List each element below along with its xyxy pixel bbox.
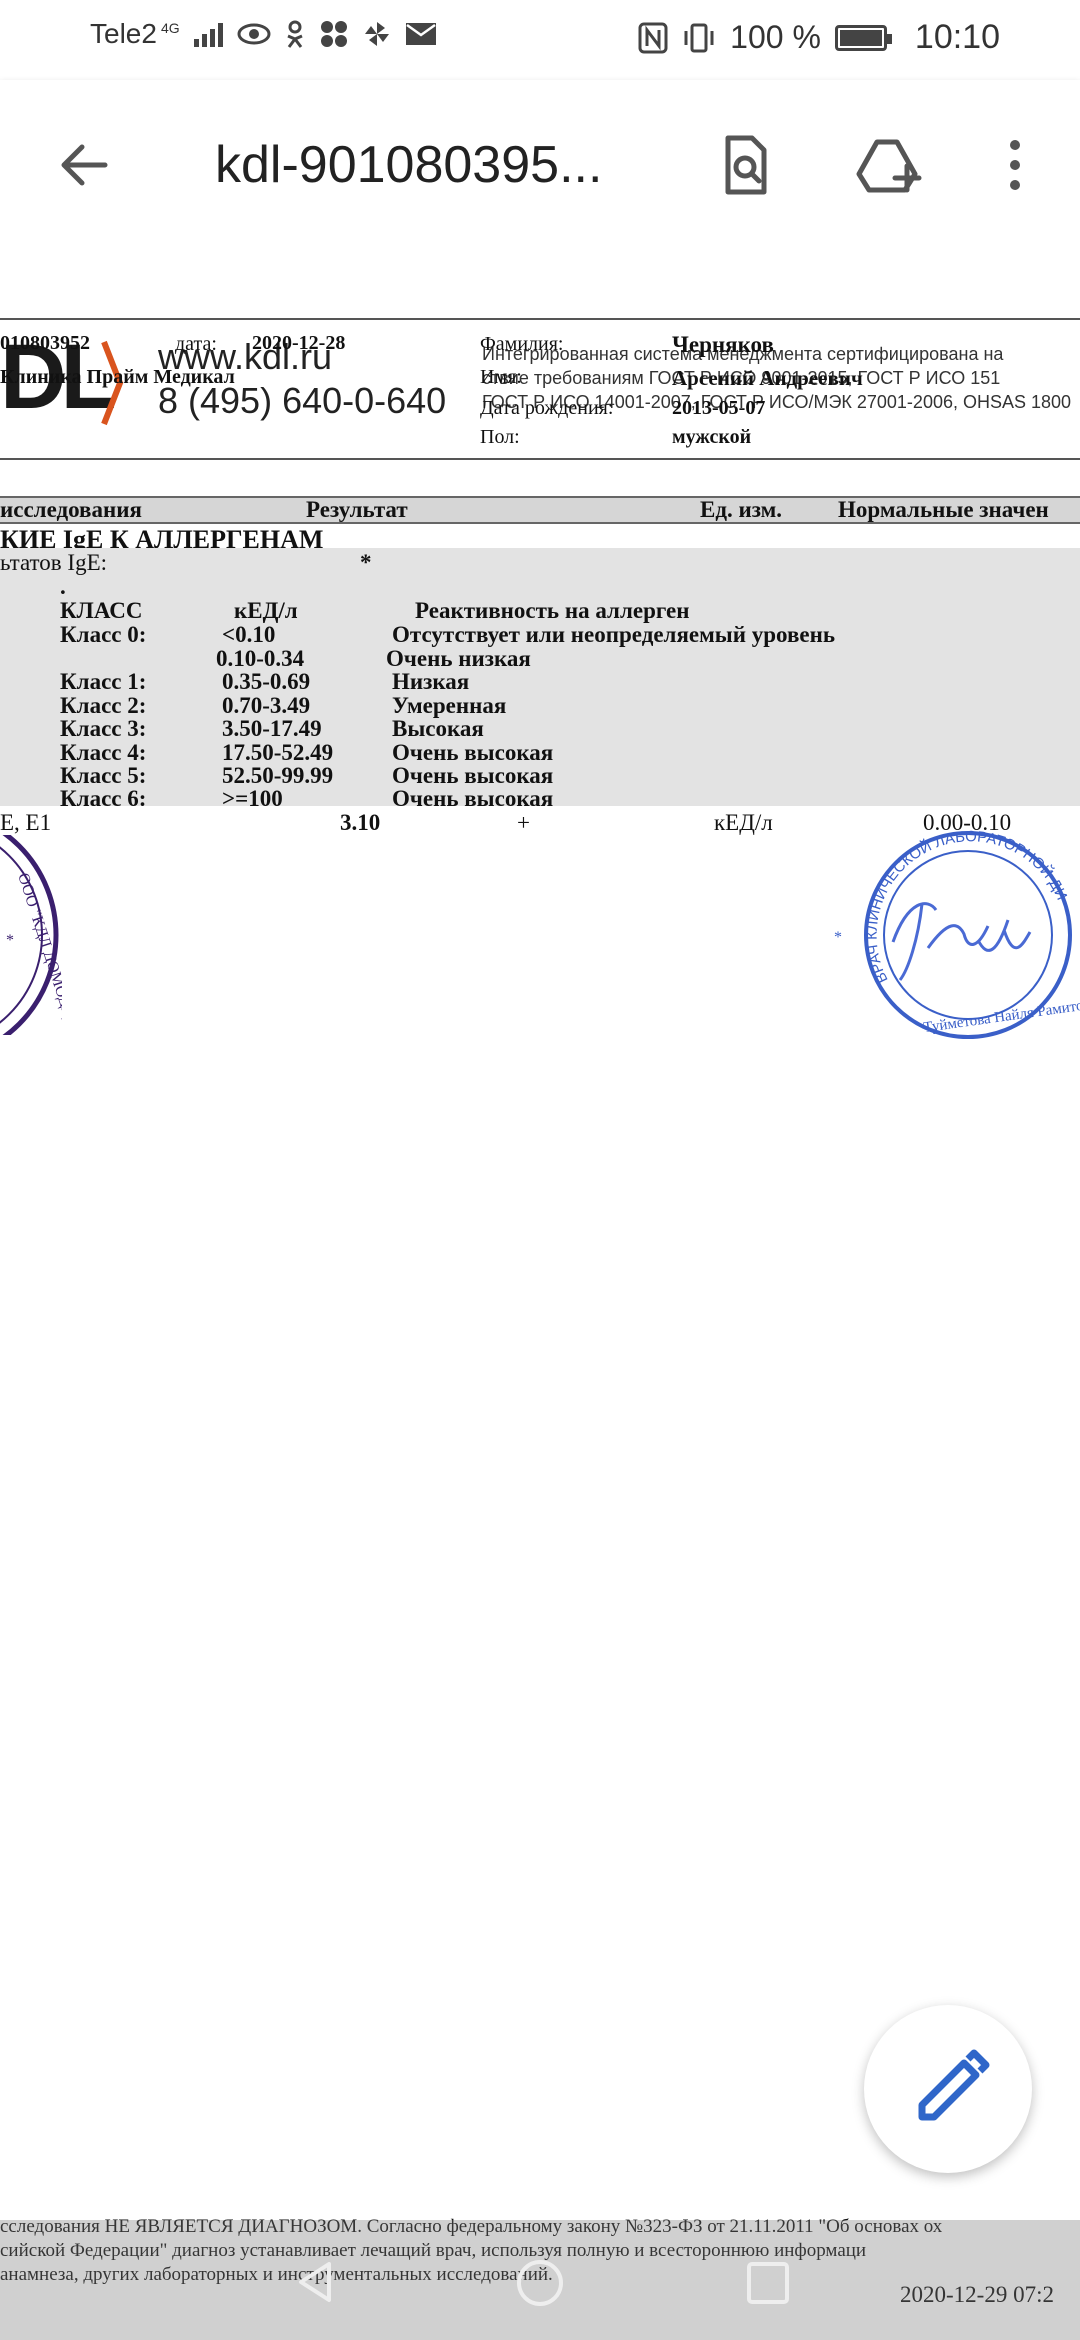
pinwheel-icon — [364, 22, 389, 46]
navigation-bar — [0, 2220, 1080, 2340]
edit-button[interactable] — [864, 2005, 1032, 2173]
signal-icon — [193, 21, 223, 47]
network-label: 4G — [160, 20, 180, 36]
dot: . — [60, 574, 66, 599]
class-header-class: КЛАСС — [60, 598, 143, 623]
birth-value: 2013-05-07 — [672, 397, 766, 419]
class-name: Класс 0: — [60, 622, 147, 647]
date-label: дата: — [175, 333, 217, 355]
sex-value: мужской — [672, 426, 752, 448]
order-number: 010803952 — [0, 332, 90, 354]
name-label: Имя: — [480, 366, 522, 388]
class-desc: Высокая — [392, 716, 484, 741]
app-bar: kdl-901080395... — [0, 80, 1080, 250]
col-study: исследования — [0, 497, 142, 522]
nav-recents-icon[interactable] — [745, 2260, 791, 2306]
class-range: 3.50-17.49 — [222, 716, 322, 741]
lab-stamp-left: ООО "КДЛ ДОМОДЕДОВО * — [0, 835, 62, 1035]
class-header-unit: кЕД/л — [234, 598, 298, 623]
sex-label: Пол: — [480, 426, 520, 448]
col-norm: Нормальные значен — [838, 497, 1049, 522]
class-name: Класс 3: — [60, 716, 147, 741]
col-unit: Ед. изм. — [700, 497, 783, 522]
arrow-left-icon[interactable] — [50, 130, 120, 200]
clock: 10:10 — [914, 18, 1000, 56]
result-name: E, E1 — [0, 810, 52, 835]
pencil-icon — [918, 2049, 990, 2121]
vibrate-icon — [684, 23, 714, 52]
interp-label: ьтатов IgE: — [0, 550, 108, 575]
col-result: Результат — [306, 497, 408, 522]
svg-text:*: * — [834, 929, 842, 946]
class-name: Класс 1: — [60, 669, 147, 694]
interpretation-block: ьтатов IgE: * . КЛАСС кЕД/л Реактивность… — [0, 548, 1080, 811]
result-unit: кЕД/л — [714, 810, 773, 835]
nav-home-icon[interactable] — [515, 2258, 565, 2308]
class-desc: Отсутствует или неопределяемый уровень — [392, 622, 835, 647]
class-range: 0.35-0.69 — [222, 669, 311, 694]
class-name: Класс 6: — [60, 786, 147, 811]
class-header-reactivity: Реактивность на аллерген — [415, 598, 690, 623]
date-value: 2020-12-28 — [252, 332, 346, 354]
battery-percent: 100 % — [730, 19, 821, 55]
nav-back-icon[interactable] — [295, 2260, 335, 2304]
nfc-icon — [638, 22, 668, 53]
lastname-value: Черняков — [672, 332, 774, 357]
svg-text:*: * — [6, 932, 14, 949]
status-left: Tele2 4G — [90, 18, 437, 50]
divider — [0, 318, 1080, 320]
status-right: 100 % 10:10 — [638, 18, 1000, 57]
dots-app-icon — [320, 21, 347, 47]
birth-label: Дата рождения: — [480, 397, 614, 419]
class-range: <0.10 — [222, 622, 276, 647]
result-value: 3.10 — [340, 810, 381, 835]
interp-mark: * — [360, 550, 372, 575]
document-search-icon[interactable] — [710, 130, 780, 200]
class-range: >=100 — [222, 786, 283, 811]
more-vert-icon[interactable] — [980, 130, 1050, 200]
svg-text:ООО "КДЛ ДОМОДЕДОВО: ООО "КДЛ ДОМОДЕДОВО — [14, 871, 62, 1035]
document-title: kdl-901080395... — [215, 136, 603, 194]
cert-line: Интегрированная система менеджмента серт… — [482, 344, 1004, 364]
class-desc: Низкая — [392, 669, 470, 694]
odnoklassniki-icon — [287, 20, 303, 48]
clinic-name: Клиника Прайм Медикал — [0, 366, 235, 388]
divider — [0, 458, 1080, 460]
battery-icon — [834, 24, 892, 51]
class-desc: Очень высокая — [392, 786, 554, 811]
carrier-label: Tele2 — [90, 18, 157, 49]
add-to-drive-icon[interactable] — [855, 130, 925, 200]
svg-text:ВРАЧ КЛИНИЧЕСКОЙ ЛАБОРАТОРНОЙ: ВРАЧ КЛИНИЧЕСКОЙ ЛАБОРАТОРНОЙ ДИ — [864, 830, 1071, 986]
doctor-stamp-right: ВРАЧ КЛИНИЧЕСКОЙ ЛАБОРАТОРНОЙ ДИ Туймето… — [834, 830, 1080, 1039]
lastname-label: Фамилия: — [480, 333, 564, 355]
mail-icon — [405, 23, 436, 45]
status-bar: Tele2 4G 100 % 10:10 — [0, 0, 1080, 80]
table-header: исследования Результат Ед. изм. Нормальн… — [0, 496, 1080, 524]
eye-icon — [237, 23, 271, 45]
name-value: Арсений Андреевич — [672, 366, 863, 390]
result-flag: + — [517, 810, 530, 835]
